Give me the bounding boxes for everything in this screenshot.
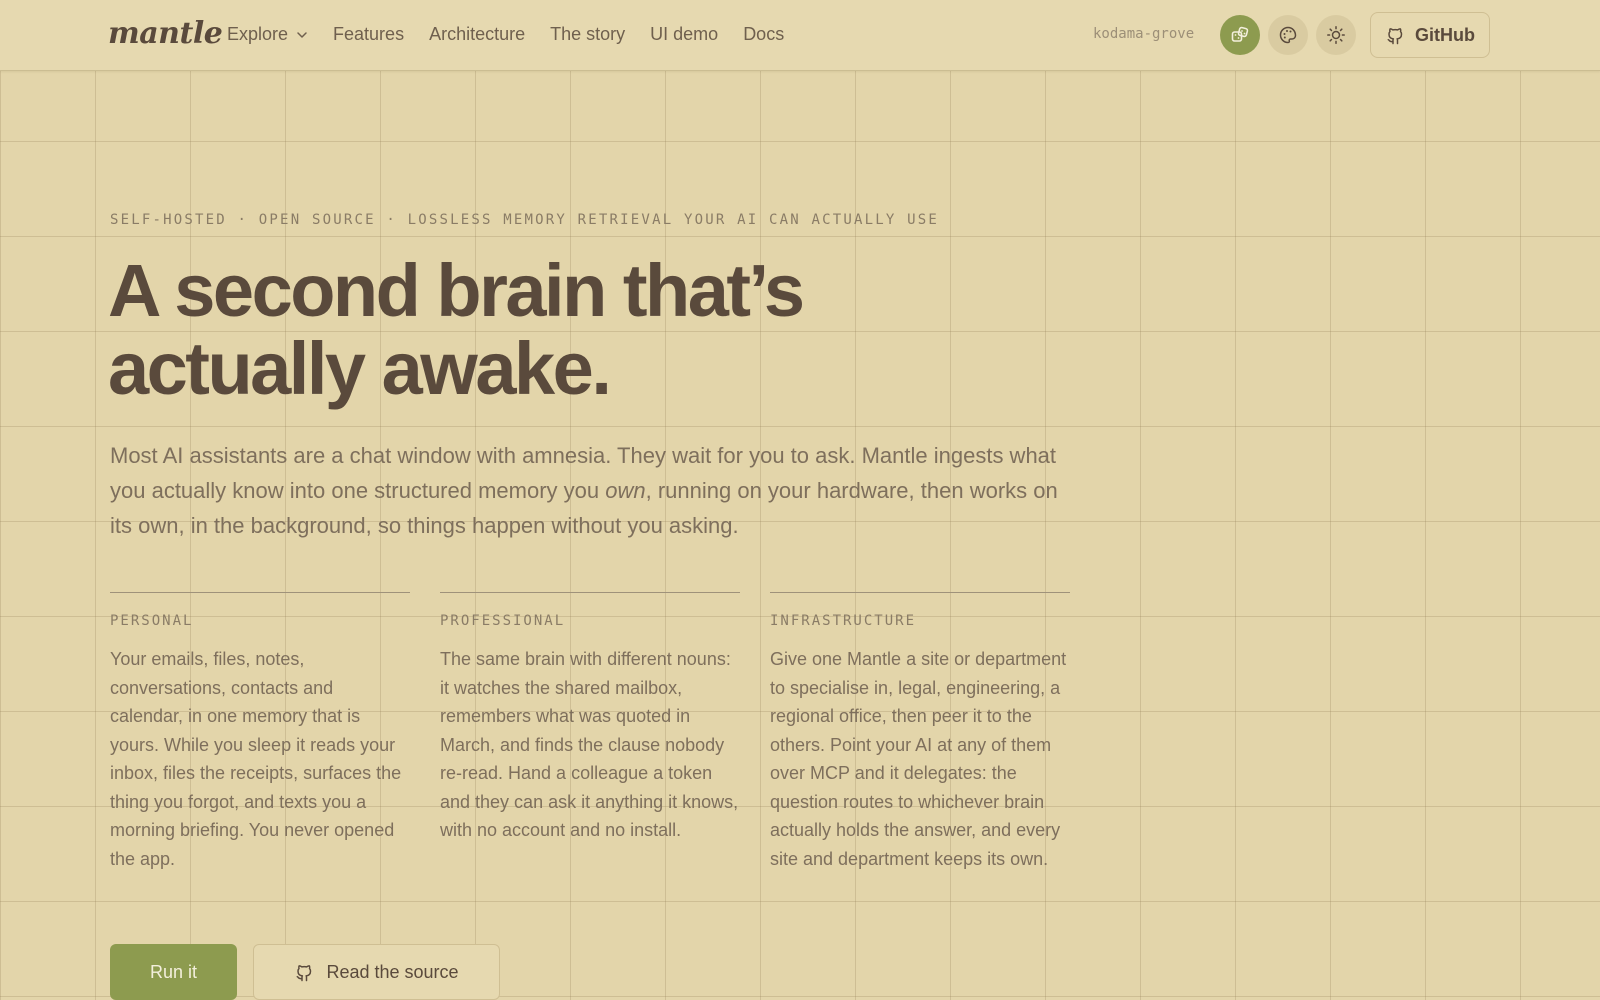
column-body: Your emails, files, notes, conversations…	[110, 649, 402, 869]
column-title: PROFESSIONAL	[440, 613, 566, 629]
github-button[interactable]: GitHub	[1370, 12, 1490, 58]
nav-architecture[interactable]: Architecture	[429, 24, 525, 45]
hero-eyebrow: SELF-HOSTED · OPEN SOURCE · LOSSLESS MEM…	[110, 212, 940, 228]
palette-icon	[1279, 26, 1297, 44]
column-body: Give one Mantle a site or department to …	[770, 649, 1067, 869]
headline-line-2: actually awake.	[108, 327, 612, 410]
column-infrastructure: INFRASTRUCTURE Give one Mantle a site or…	[770, 592, 1070, 873]
headline-line-1: A second brain that’s	[108, 249, 805, 332]
main-nav: Explore Features Architecture The story …	[227, 24, 809, 45]
palette-button[interactable]	[1268, 15, 1308, 55]
nav-ui-demo[interactable]: UI demo	[650, 24, 718, 45]
hero-headline: A second brain that’s actually awake.	[108, 252, 928, 408]
nav-explore-label: Explore	[227, 24, 289, 44]
hero-lede: Most AI assistants are a chat window wit…	[110, 438, 1080, 543]
nav-explore[interactable]: Explore	[227, 24, 308, 45]
column-title: PERSONAL	[110, 613, 194, 629]
column-personal: PERSONAL Your emails, files, notes, conv…	[110, 592, 410, 873]
read-source-button[interactable]: Read the source	[253, 944, 500, 1000]
column-title: INFRASTRUCTURE	[770, 613, 917, 629]
read-source-label: Read the source	[326, 961, 459, 982]
nav-features[interactable]: Features	[333, 24, 404, 45]
chevron-down-icon	[297, 31, 307, 38]
nav-the-story[interactable]: The story	[550, 24, 625, 45]
cta-buttons: Run it Read the source	[110, 944, 500, 1000]
nav-docs[interactable]: Docs	[743, 24, 784, 45]
top-navbar: mantle Explore Features Architecture The…	[0, 0, 1600, 71]
github-icon	[297, 965, 312, 982]
github-icon	[1387, 28, 1403, 45]
instance-name: kodama-grove	[1093, 26, 1195, 42]
dice-icon	[1231, 26, 1249, 42]
mantle-logo[interactable]: mantle	[108, 16, 223, 51]
theme-toggle-button[interactable]	[1316, 15, 1356, 55]
column-professional: PROFESSIONAL The same brain with differe…	[440, 592, 740, 873]
github-label: GitHub	[1415, 24, 1475, 45]
lede-emphasis: own	[605, 478, 646, 503]
sun-icon	[1327, 26, 1345, 44]
column-body: The same brain with different nouns: it …	[440, 649, 739, 840]
run-it-button[interactable]: Run it	[110, 944, 237, 1000]
random-theme-button[interactable]	[1220, 15, 1260, 55]
use-case-columns: PERSONAL Your emails, files, notes, conv…	[110, 592, 1070, 873]
